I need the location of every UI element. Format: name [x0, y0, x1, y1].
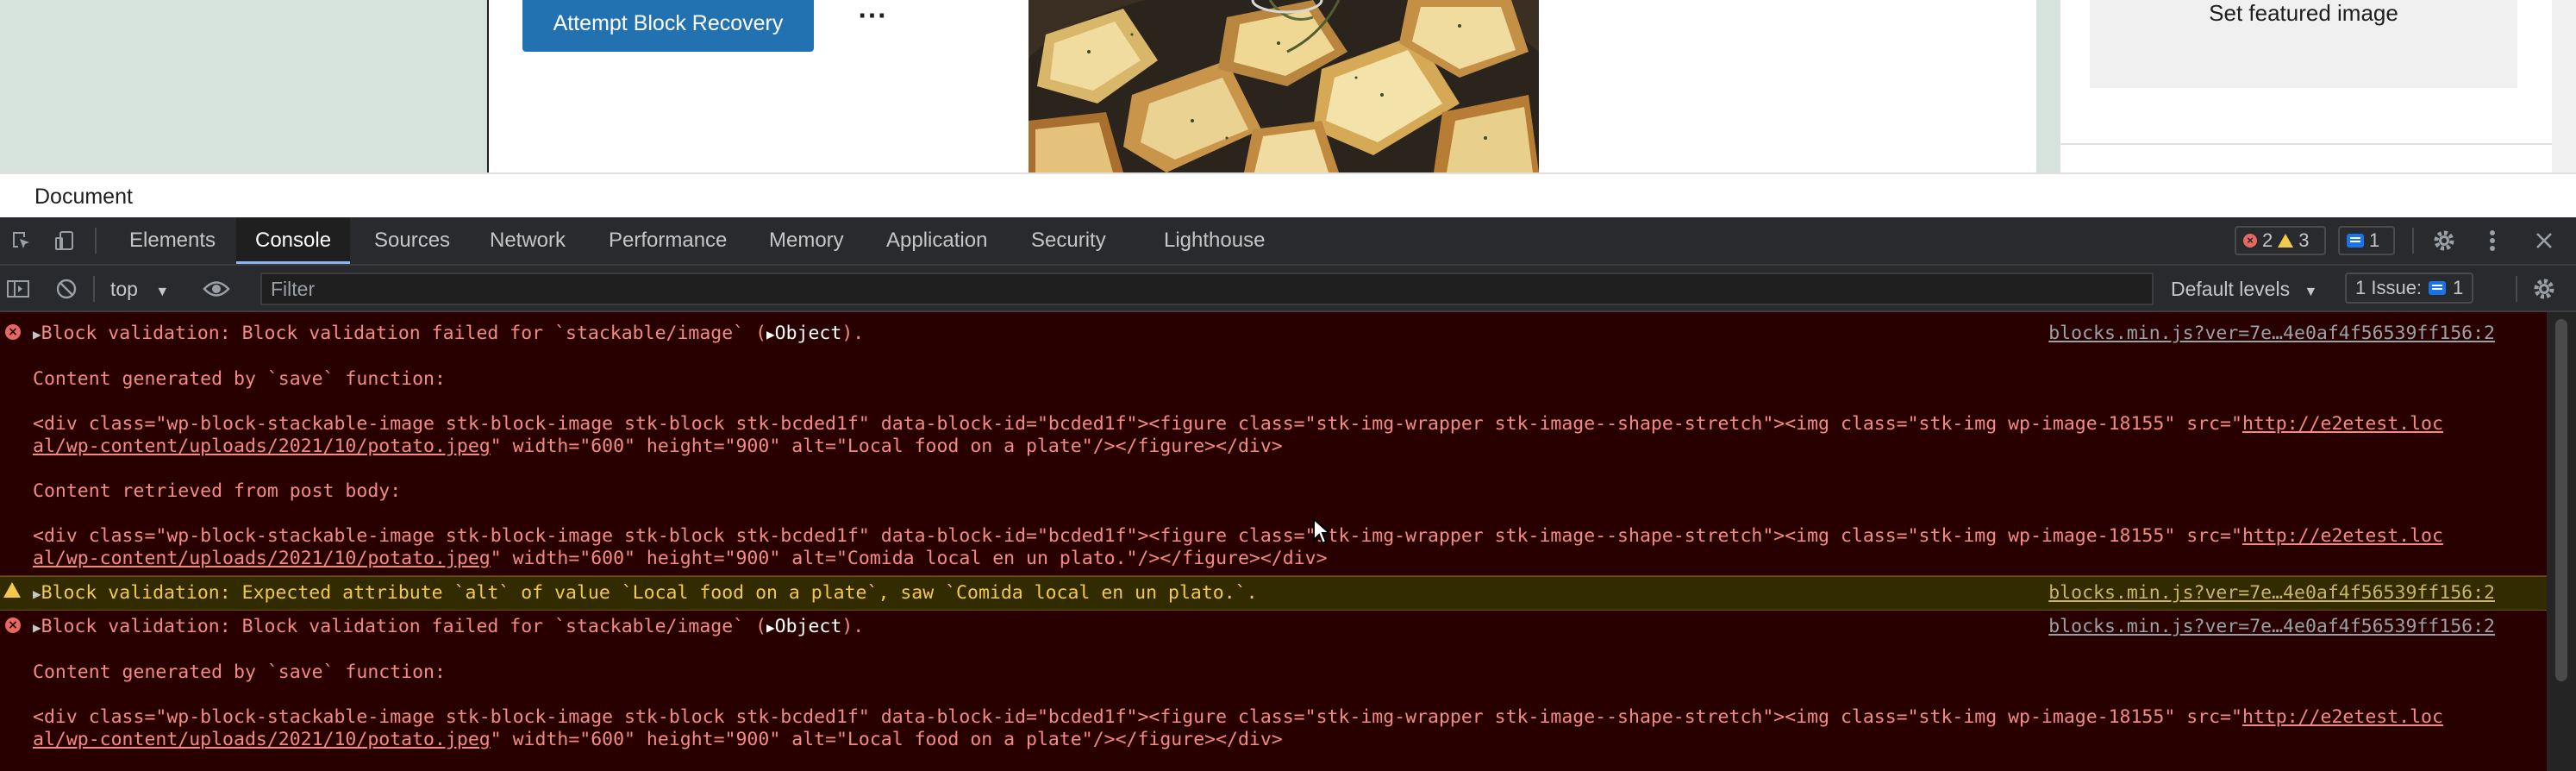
- label-post-body: Content retrieved from post body:: [33, 480, 402, 502]
- issue-icon: [2429, 281, 2447, 295]
- message-text: Block validation: Block validation faile…: [41, 323, 767, 344]
- expand-triangle-icon[interactable]: ▶: [33, 326, 41, 342]
- tabbar-separator: [95, 228, 97, 254]
- code-line-wrap: al/wp-content/uploads/2021/10/potato.jpe…: [0, 548, 2547, 570]
- code-line: <div class="wp-block-stackable-image stk…: [0, 525, 2547, 548]
- message-counter[interactable]: 1: [2338, 226, 2395, 255]
- message-text-end: ).: [841, 323, 865, 344]
- tab-console[interactable]: Console: [236, 217, 351, 264]
- set-featured-image-button[interactable]: Set featured image: [2090, 0, 2517, 88]
- message-count: 1: [2369, 229, 2380, 251]
- expand-triangle-icon[interactable]: ▶: [33, 586, 41, 602]
- source-link[interactable]: blocks.min.js?ver=7e…4e0af4f56539ff156:2: [2048, 616, 2495, 637]
- message-text-end: ).: [841, 616, 865, 637]
- expand-triangle-icon[interactable]: ▶: [33, 619, 41, 636]
- devtools-panel: Elements Console Sources Network Perform…: [0, 217, 2576, 771]
- console-message-error[interactable]: × ▶Block validation: Block validation fa…: [0, 312, 2547, 576]
- code-text: <div class="wp-block-stackable-image stk…: [33, 525, 2242, 547]
- console-filter-input[interactable]: [260, 273, 2154, 305]
- code-line-wrap: al/wp-content/uploads/2021/10/potato.jpe…: [0, 729, 2547, 751]
- settings-gear-icon[interactable]: [2428, 224, 2460, 257]
- tab-lighthouse[interactable]: Lighthouse: [1145, 217, 1284, 264]
- image-url-link-cont[interactable]: al/wp-content/uploads/2021/10/potato.jpe…: [33, 548, 491, 569]
- console-scrollbar-thumb[interactable]: [2555, 319, 2567, 681]
- warning-count: 3: [2298, 229, 2310, 251]
- close-devtools-icon[interactable]: [2528, 224, 2560, 257]
- console-output: × ▶Block validation: Block validation fa…: [0, 312, 2547, 771]
- error-count: 2: [2262, 229, 2273, 251]
- live-expression-eye-icon[interactable]: [200, 273, 233, 305]
- tabbar-separator-right: [2412, 228, 2414, 254]
- warning-icon: [2278, 234, 2294, 248]
- object-expand-icon[interactable]: ▶: [766, 326, 775, 342]
- breadcrumb-document[interactable]: Document: [34, 185, 133, 210]
- code-text-end: " width="600" height="900" alt="Local fo…: [490, 436, 1283, 457]
- block-breadcrumb-bar: Document: [0, 172, 2576, 217]
- device-toolbar-icon[interactable]: [48, 224, 81, 257]
- issues-label: 1 Issue:: [2355, 277, 2423, 298]
- error-warning-counter[interactable]: × 2 3: [2235, 226, 2326, 255]
- tab-performance[interactable]: Performance: [590, 217, 746, 264]
- console-settings-gear-icon[interactable]: [2528, 273, 2560, 305]
- devtools-tabbar: Elements Console Sources Network Perform…: [0, 217, 2576, 266]
- potato-image: [1029, 0, 1539, 172]
- log-levels-select[interactable]: Default levels ▼: [2171, 274, 2317, 304]
- message-text: Block validation: Expected attribute `al…: [41, 582, 1258, 604]
- console-sidebar-icon[interactable]: [2, 273, 34, 305]
- settings-sidebar: Set featured image: [2059, 0, 2576, 172]
- javascript-context-select[interactable]: top ▼: [110, 274, 169, 304]
- console-message-error[interactable]: × ▶Block validation: Block validation fa…: [0, 611, 2547, 771]
- source-link[interactable]: blocks.min.js?ver=7e…4e0af4f56539ff156:2: [2048, 323, 2495, 344]
- image-url-link-cont[interactable]: al/wp-content/uploads/2021/10/potato.jpe…: [33, 436, 491, 457]
- context-dropdown-icon: ▼: [155, 285, 170, 299]
- issues-count: 1: [2453, 277, 2464, 298]
- sidebar-divider: [2060, 143, 2576, 145]
- message-icon: [2347, 234, 2364, 248]
- image-url-link[interactable]: http://e2etest.loc: [2242, 413, 2443, 435]
- image-url-link-cont[interactable]: al/wp-content/uploads/2021/10/potato.jpe…: [33, 729, 491, 750]
- block-editor: Attempt Block Recovery ⋯ Set featured im…: [0, 0, 2576, 172]
- editor-scrollbar[interactable]: [2552, 0, 2576, 172]
- console-toolbar: top ▼ Default levels ▼ 1 Issue: 1: [0, 266, 2576, 312]
- tab-network[interactable]: Network: [471, 217, 585, 264]
- code-line: <div class="wp-block-stackable-image stk…: [0, 706, 2547, 729]
- log-levels-value: Default levels: [2171, 278, 2291, 300]
- object-expand-icon[interactable]: ▶: [766, 619, 775, 636]
- context-value: top: [110, 278, 138, 300]
- tab-memory[interactable]: Memory: [750, 217, 863, 264]
- inspect-element-icon[interactable]: [5, 224, 38, 257]
- more-vertical-icon[interactable]: [2476, 224, 2509, 257]
- label-save-content: Content generated by `save` function:: [33, 368, 446, 390]
- object-preview[interactable]: Object: [775, 323, 842, 344]
- code-text: <div class="wp-block-stackable-image stk…: [33, 413, 2242, 435]
- console-message-warning[interactable]: ▶Block validation: Expected attribute `a…: [0, 576, 2547, 611]
- attempt-block-recovery-button[interactable]: Attempt Block Recovery: [522, 0, 814, 52]
- more-options-icon[interactable]: ⋯: [853, 0, 891, 38]
- tab-elements[interactable]: Elements: [110, 217, 234, 264]
- image-url-link[interactable]: http://e2etest.loc: [2242, 706, 2443, 728]
- tab-sources[interactable]: Sources: [355, 217, 469, 264]
- issues-counter-button[interactable]: 1 Issue: 1: [2345, 273, 2474, 304]
- toolbar-separator-right: [2516, 276, 2517, 302]
- code-line: <div class="wp-block-stackable-image stk…: [0, 413, 2547, 436]
- code-text-end: " width="600" height="900" alt="Local fo…: [490, 729, 1283, 750]
- code-text-end: " width="600" height="900" alt="Comida l…: [490, 548, 1328, 569]
- image-url-link[interactable]: http://e2etest.loc: [2242, 525, 2443, 547]
- source-link[interactable]: blocks.min.js?ver=7e…4e0af4f56539ff156:2: [2048, 582, 2495, 604]
- console-scrollbar[interactable]: [2547, 312, 2576, 771]
- label-save-content: Content generated by `save` function:: [33, 661, 446, 683]
- tab-security[interactable]: Security: [1012, 217, 1125, 264]
- levels-dropdown-icon: ▼: [2304, 285, 2318, 299]
- clear-console-icon[interactable]: [50, 273, 83, 305]
- tab-application[interactable]: Application: [867, 217, 1006, 264]
- code-line-wrap: al/wp-content/uploads/2021/10/potato.jpe…: [0, 436, 2547, 458]
- toolbar-separator: [93, 276, 95, 302]
- object-preview[interactable]: Object: [775, 616, 842, 637]
- message-text: Block validation: Block validation faile…: [41, 616, 767, 637]
- error-icon: ×: [2243, 234, 2257, 248]
- code-text: <div class="wp-block-stackable-image stk…: [33, 706, 2242, 728]
